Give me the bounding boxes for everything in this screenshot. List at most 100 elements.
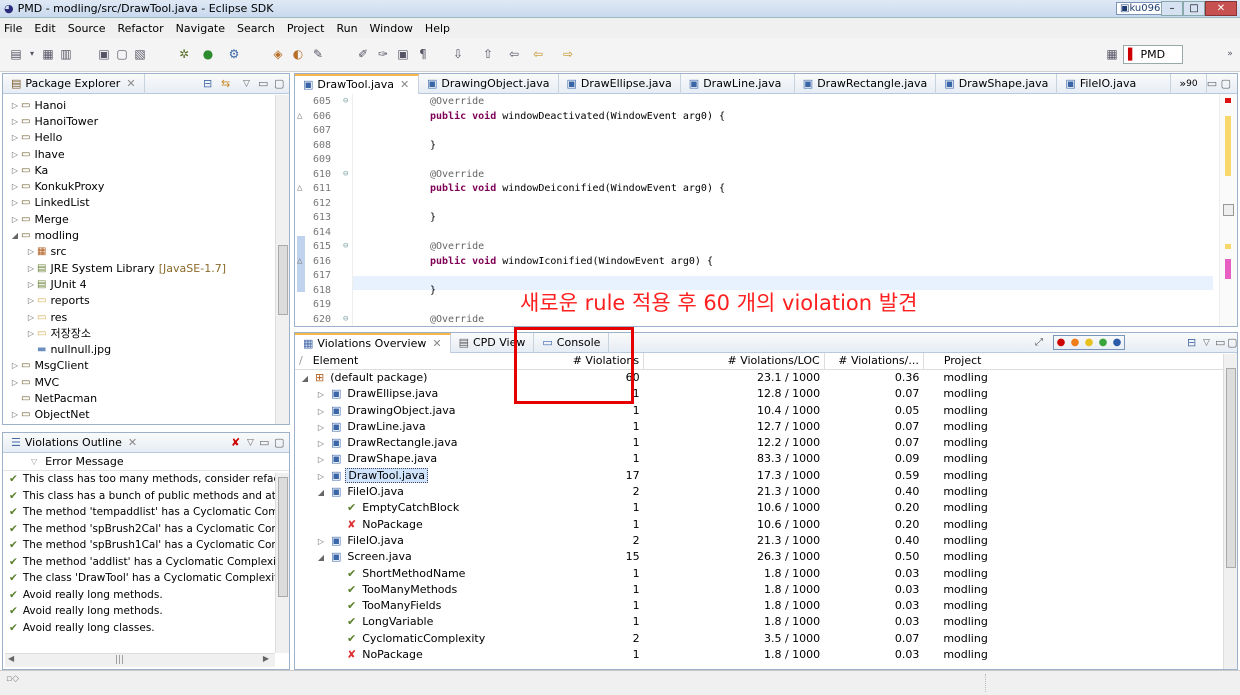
table-row[interactable]: ✔ LongVariable 1 1.8 / 1000 0.03 modling (295, 614, 1237, 630)
minimize-view-icon[interactable]: ▭ (259, 436, 269, 449)
table-row[interactable]: ◢ ▣ FileIO.java 2 21.3 / 1000 0.40 modling (295, 483, 1237, 499)
cell-element[interactable]: ▷ ▣ DrawRectangle.java (295, 434, 514, 450)
scroll-thumb[interactable] (278, 477, 288, 597)
expand-arrow-icon[interactable]: ▷ (9, 166, 21, 175)
code-line[interactable]: @Override (430, 96, 484, 107)
menu-search[interactable]: Search (237, 22, 275, 35)
expand-arrow-icon[interactable]: ▷ (25, 247, 37, 256)
task-marker[interactable] (1225, 259, 1231, 279)
tab-drawtool[interactable]: ▣ DrawTool.java ✕ (295, 74, 419, 94)
editor-view-controls[interactable]: ▭ ▢ (1207, 77, 1231, 90)
tab-drawrectangle[interactable]: ▣ DrawRectangle.java (795, 74, 937, 94)
search-icon[interactable]: ✎ (310, 46, 326, 62)
package-item[interactable]: ▷ ▭ ObjectNet (9, 407, 289, 423)
close-icon[interactable]: ✕ (400, 78, 409, 91)
menu-help[interactable]: Help (425, 22, 450, 35)
package-item[interactable]: ▷ ▭ HanoiTower (9, 113, 289, 129)
package-item[interactable]: ▷ ▭ reports (9, 293, 289, 309)
cell-element[interactable]: ✔ CyclomaticComplexity (295, 630, 514, 646)
package-item[interactable]: ▷ ▦ src (9, 244, 289, 260)
tab-drawline[interactable]: ▣ DrawLine.java (681, 74, 795, 94)
annotation-icon[interactable]: ✑ (375, 46, 391, 62)
code-line[interactable]: public void windowIconified(WindowEvent … (430, 256, 713, 267)
outline-item[interactable]: ✔ Avoid really long methods. (9, 603, 289, 620)
menu-navigate[interactable]: Navigate (176, 22, 225, 35)
expand-arrow-icon[interactable]: ▷ (315, 455, 327, 464)
package-item[interactable]: ▷ ▭ MVC (9, 374, 289, 390)
menu-run[interactable]: Run (336, 22, 357, 35)
cell-element[interactable]: ✘ NoPackage (295, 646, 514, 662)
cell-element[interactable]: ◢ ▣ FileIO.java (295, 483, 514, 499)
outline-scrollbar[interactable] (275, 473, 289, 653)
priority-1-icon[interactable]: ● (1054, 336, 1068, 349)
package-item[interactable]: ▷ ▭ Ka (9, 162, 289, 178)
pmd-perspective-button[interactable]: ▌ PMD (1123, 45, 1183, 64)
filter-icon[interactable]: ⤢ (1035, 337, 1043, 348)
warning-marker[interactable] (1225, 244, 1231, 249)
package-item[interactable]: ▷ ▭ Ihave (9, 146, 289, 162)
table-row[interactable]: ◢ ⊞ (default package) 60 23.1 / 1000 0.36 modl… (295, 369, 1237, 385)
package-item[interactable]: ▷ ▭ res (9, 309, 289, 325)
fold-icon[interactable]: ⊖ (343, 314, 348, 324)
col-project-header[interactable]: Project (923, 353, 1237, 370)
paste-icon[interactable]: ▧ (132, 46, 148, 62)
outline-item[interactable]: ✔ This class has a bunch of public method… (9, 488, 289, 505)
debug-icon[interactable]: ✲ (176, 46, 192, 62)
expand-arrow-icon[interactable]: ▷ (315, 407, 327, 416)
menu-window[interactable]: Window (370, 22, 413, 35)
save-icon[interactable]: ▦ (40, 46, 56, 62)
expand-arrow-icon[interactable]: ▷ (9, 117, 21, 126)
tab-violations-outline[interactable]: ☰ Violations Outline ✕ (3, 433, 145, 453)
table-row[interactable]: ✔ ShortMethodName 1 1.8 / 1000 0.03 modling (295, 565, 1237, 581)
code-line[interactable]: } (430, 140, 436, 151)
expand-arrow-icon[interactable]: ▷ (25, 264, 37, 273)
scroll-right-icon[interactable]: ▶ (263, 654, 269, 663)
code-line[interactable]: public void windowDeiconified(WindowEven… (430, 183, 725, 194)
col-element-header[interactable]: / Element (295, 353, 515, 370)
table-row[interactable]: ✔ CyclomaticComplexity 2 3.5 / 1000 0.07 modl… (295, 630, 1237, 646)
expand-arrow-icon[interactable]: ▷ (9, 133, 21, 142)
cell-element[interactable]: ✔ TooManyMethods (295, 581, 514, 597)
error-marker[interactable] (1225, 98, 1231, 103)
fold-icon[interactable]: ⊖ (343, 241, 348, 251)
outline-item[interactable]: ✔ This class has too many methods, consid… (9, 471, 289, 488)
scroll-thumb[interactable] (1223, 204, 1234, 216)
minimize-button[interactable]: – (1161, 1, 1183, 16)
code-line[interactable]: @Override (430, 314, 484, 325)
expand-arrow-icon[interactable]: ▷ (9, 182, 21, 191)
back-icon[interactable]: ⇦ (530, 46, 546, 62)
menu-project[interactable]: Project (287, 22, 325, 35)
expand-arrow-icon[interactable]: ▷ (315, 423, 327, 432)
priority-filter[interactable]: ● ● ● ● ● (1053, 335, 1125, 350)
remove-violation-icon[interactable]: ✘ (231, 436, 240, 449)
col-per-method-header[interactable]: # Violations/... (824, 353, 924, 370)
code-line[interactable]: public void windowDeactivated(WindowEven… (430, 111, 725, 122)
open-perspective-icon[interactable]: ▦ (1104, 46, 1120, 62)
close-window-button[interactable]: ✕ (1205, 1, 1237, 16)
code-line[interactable]: @Override (430, 241, 484, 252)
package-item[interactable]: ▷ ▭ LinkedList (9, 195, 289, 211)
fold-icon[interactable]: ⊖ (343, 96, 348, 106)
minimize-view-icon[interactable]: ▭ (1215, 336, 1225, 349)
table-row[interactable]: ✘ NoPackage 1 10.6 / 1000 0.20 modling (295, 516, 1237, 532)
table-row[interactable]: ▷ ▣ DrawLine.java 1 12.7 / 1000 0.07 modling (295, 418, 1237, 434)
menu-refactor[interactable]: Refactor (118, 22, 164, 35)
link-editor-icon[interactable]: ⇆ (221, 77, 230, 90)
code-line[interactable]: @Override (430, 169, 484, 180)
open-type-icon[interactable]: ◈ (270, 46, 286, 62)
expand-arrow-icon[interactable]: ▷ (315, 537, 327, 546)
new-icon[interactable]: ▤ (8, 46, 24, 62)
menu-file[interactable]: File (4, 22, 22, 35)
outline-item[interactable]: ✔ The method 'tempaddlist' has a Cyclomat… (9, 504, 289, 521)
outline-item[interactable]: ✔ The class 'DrawTool' has a Cyclomatic C… (9, 570, 289, 587)
package-item[interactable]: ▷ ▭ MsgClient (9, 358, 289, 374)
cell-element[interactable]: ◢ ▣ Screen.java (295, 549, 514, 565)
cell-element[interactable]: ▷ ▣ DrawingObject.java (295, 402, 514, 418)
close-icon[interactable]: ✕ (432, 337, 441, 350)
cell-element[interactable]: ◢ ⊞ (default package) (295, 369, 514, 385)
outline-item[interactable]: ✔ The method 'spBrush1Cal' has a Cyclomat… (9, 537, 289, 554)
override-marker-icon[interactable]: △ (297, 183, 302, 193)
expand-arrow-icon[interactable]: ▷ (9, 101, 21, 110)
minimize-view-icon[interactable]: ▭ (258, 77, 268, 90)
expand-arrow-icon[interactable]: ▷ (9, 378, 21, 387)
